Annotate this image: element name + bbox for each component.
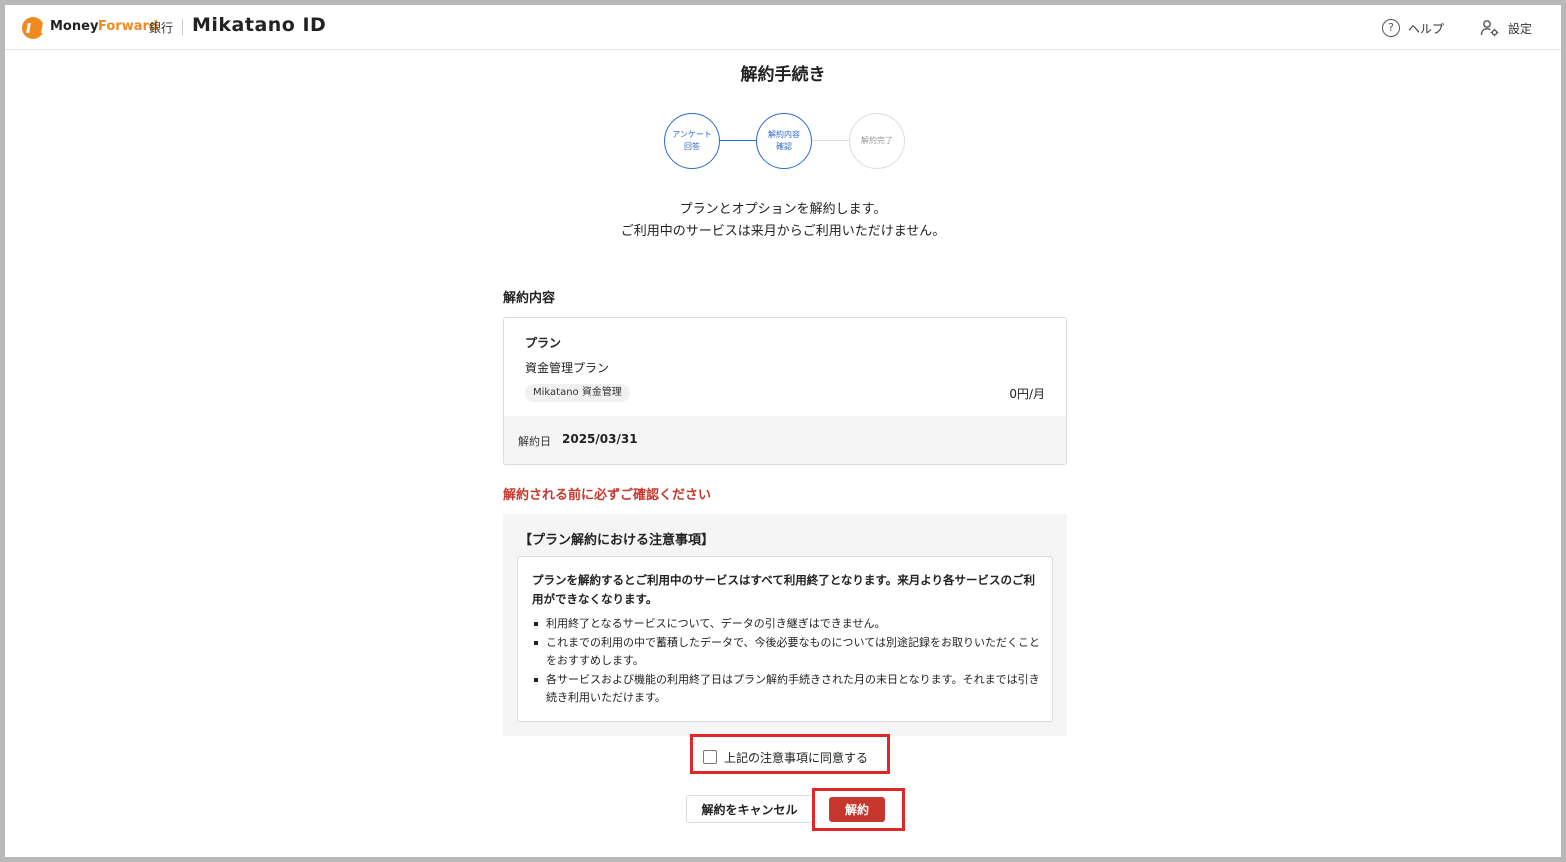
agree-checkbox[interactable] <box>703 750 717 764</box>
step-label: 解約完了 <box>861 136 893 145</box>
brand-bank: 銀行 <box>149 21 174 35</box>
list-item: 各サービスおよび機能の利用終了日はプラン解約手続きされた月の末日となります。それ… <box>532 671 1042 708</box>
plan-name: 資金管理プラン <box>525 361 610 375</box>
help-icon[interactable]: ? <box>1382 19 1400 37</box>
service-tag: Mikatano 資金管理 <box>525 384 630 402</box>
help-link[interactable]: ヘルプ <box>1408 20 1444 37</box>
step-connector-2 <box>812 140 849 141</box>
list-item: 利用終了となるサービスについて、データの引き継ぎはできません。 <box>532 615 1042 634</box>
step-connector-1 <box>720 140 756 141</box>
settings-link[interactable]: 設定 <box>1508 20 1532 37</box>
user-settings-icon[interactable] <box>1480 18 1500 38</box>
submit-cancellation-button[interactable]: 解約 <box>829 797 885 822</box>
plan-price: 0円/月 <box>1009 387 1045 401</box>
mikatano-id-logo: Mikatano ID <box>192 14 327 36</box>
step-label: 回答 <box>684 142 700 151</box>
cancellation-date-label: 解約日 <box>518 435 551 448</box>
agree-highlight: 上記の注意事項に同意する <box>690 734 890 774</box>
section-title-details: 解約内容 <box>503 291 556 306</box>
notice-heading: 【プラン解約における注意事項】 <box>519 533 715 548</box>
cancel-cancellation-button[interactable]: 解約をキャンセル <box>686 795 813 823</box>
agree-label[interactable]: 上記の注意事項に同意する <box>724 749 868 766</box>
submit-highlight: 解約 <box>812 788 905 831</box>
step-survey: アンケート 回答 <box>664 113 720 169</box>
intro-line-2: ご利用中のサービスは来月からご利用いただけません。 <box>620 224 946 239</box>
step-complete: 解約完了 <box>849 113 905 169</box>
step-label: 確認 <box>776 142 792 151</box>
notice-lead: プランを解約するとご利用中のサービスはすべて利用終了となります。来月より各サービ… <box>532 573 1036 606</box>
step-confirm: 解約内容 確認 <box>756 113 812 169</box>
plan-heading: プラン <box>525 336 562 350</box>
notice-box: 【プラン解約における注意事項】 プランを解約するとご利用中のサービスはすべて利用… <box>503 514 1067 736</box>
cancellation-date-row: 解約日 2025/03/31 <box>504 416 1066 464</box>
money-forward-logo-icon <box>22 17 44 39</box>
notice-list: 利用終了となるサービスについて、データの引き継ぎはできません。 これまでの利用の… <box>532 615 1042 708</box>
app-window: Money Forward 銀行 Mikatano ID ? ヘルプ 設定 解約… <box>5 5 1561 857</box>
notice-content: プランを解約するとご利用中のサービスはすべて利用終了となります。来月より各サービ… <box>517 556 1053 722</box>
plan-card: プラン 資金管理プラン Mikatano 資金管理 0円/月 解約日 2025/… <box>503 317 1067 465</box>
brand-divider <box>182 19 183 36</box>
step-label: 解約内容 <box>768 130 800 139</box>
cancellation-date-value: 2025/03/31 <box>562 432 638 446</box>
warning-title: 解約される前に必ずご確認ください <box>503 488 712 503</box>
intro-line-1: プランとオプションを解約します。 <box>679 202 887 217</box>
page-title: 解約手続き <box>740 65 826 85</box>
list-item: これまでの利用の中で蓄積したデータで、今後必要なものについては別途記録をお取りい… <box>532 634 1042 671</box>
step-label: アンケート <box>672 130 712 139</box>
brand-money: Money <box>50 19 99 34</box>
top-header: Money Forward 銀行 Mikatano ID ? ヘルプ 設定 <box>5 5 1561 50</box>
